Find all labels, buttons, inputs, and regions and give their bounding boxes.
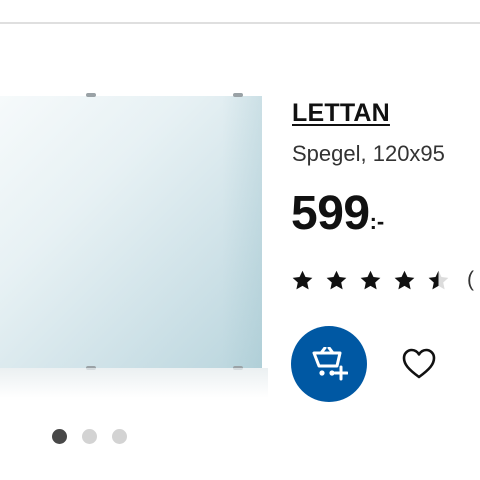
product-rating[interactable]: (	[291, 268, 474, 292]
carousel-dot-1[interactable]	[52, 429, 67, 444]
star-full-icon	[394, 270, 415, 289]
top-divider	[0, 22, 480, 24]
star-full-icon	[360, 270, 381, 289]
add-to-cart-button[interactable]	[291, 326, 367, 402]
product-image[interactable]	[0, 88, 275, 398]
product-price: 599:-	[291, 190, 384, 238]
mirror-clip	[233, 93, 243, 97]
product-description: Spegel, 120x95	[292, 141, 445, 166]
mirror-clip	[86, 93, 96, 97]
product-card-page: LETTAN Spegel, 120x95 599:- (	[0, 0, 480, 480]
carousel-dot-3[interactable]	[112, 429, 127, 444]
product-name-link[interactable]: LETTAN	[292, 99, 390, 128]
star-full-icon	[326, 270, 347, 289]
review-count[interactable]: (	[467, 268, 474, 292]
star-half-icon	[428, 270, 449, 289]
carousel-dots	[52, 429, 127, 444]
price-suffix: :-	[369, 209, 385, 234]
star-full-icon	[292, 270, 313, 289]
heart-outline-icon	[402, 348, 436, 379]
cart-plus-icon	[312, 347, 348, 381]
add-to-wishlist-button[interactable]	[399, 344, 439, 384]
price-integer: 599	[291, 187, 370, 240]
mirror-image	[0, 96, 262, 368]
carousel-dot-2[interactable]	[82, 429, 97, 444]
